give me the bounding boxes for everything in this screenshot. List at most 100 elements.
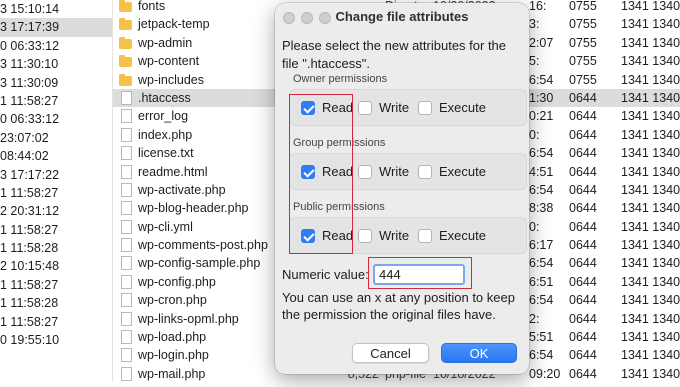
file-owner-cell: 1341 1340 (621, 201, 680, 216)
file-icon (121, 238, 132, 253)
checkbox-icon[interactable] (418, 101, 432, 115)
left-row[interactable]: 1 11:58:28 (0, 239, 112, 257)
left-row[interactable]: 1 11:58:27 (0, 313, 112, 331)
file-owner-cell: 1341 1340 (621, 17, 680, 32)
file-permissions-cell: 0755 (569, 72, 597, 87)
file-time-cell: 6:54 (529, 72, 554, 87)
file-name-cell: wp-content (138, 54, 200, 69)
file-permissions-cell: 0644 (569, 256, 597, 271)
modified-date-cell: 1 11:58:27 (0, 277, 59, 292)
file-icon (121, 127, 132, 142)
file-time-cell: 3: (529, 17, 540, 32)
dialog-title: Change file attributes (335, 9, 469, 24)
file-owner-cell: 1341 1340 (621, 146, 680, 161)
file-name-cell: fonts (138, 0, 166, 13)
left-row[interactable]: 3 11:30:09 (0, 74, 112, 92)
file-name-cell: readme.html (138, 164, 208, 179)
file-time-cell: 1:30 (529, 90, 554, 105)
modified-date-cell: 1 11:58:27 (0, 314, 59, 329)
checkbox-icon[interactable] (358, 101, 372, 115)
file-permissions-cell: 0644 (569, 238, 597, 253)
left-row[interactable]: 3 17:17:39 (0, 18, 112, 37)
file-owner-cell: 1341 1340 (621, 219, 680, 234)
file-icon (121, 164, 132, 179)
modified-date-cell: 2 10:15:48 (0, 259, 60, 274)
file-name-cell: jetpack-temp (138, 17, 210, 32)
dialog-prompt: Please select the new attributes for the… (282, 38, 507, 71)
left-row[interactable]: 0 19:55:10 (0, 331, 112, 349)
file-time-cell: 2: (529, 311, 540, 326)
modified-date-cell: 1 11:58:27 (0, 185, 59, 200)
file-time-cell: 6:54 (529, 256, 554, 271)
left-row[interactable]: 23:07:02 (0, 129, 112, 147)
file-time-cell: 6:51 (529, 274, 554, 289)
left-row[interactable]: 1 11:58:27 (0, 276, 112, 294)
left-row[interactable]: 2 20:31:12 (0, 202, 112, 220)
file-icon (121, 366, 132, 381)
file-icon (121, 182, 132, 197)
file-permissions-cell: 0644 (569, 182, 597, 197)
file-owner-cell: 1341 1340 (621, 164, 680, 179)
checkbox-icon[interactable] (418, 165, 432, 179)
group-execute-label: Execute (439, 164, 486, 179)
left-row[interactable]: 3 17:17:22 (0, 166, 112, 184)
file-permissions-cell: 0644 (569, 109, 597, 124)
cancel-button[interactable]: Cancel (352, 343, 429, 363)
numeric-value-label: Numeric value: (282, 267, 369, 282)
file-permissions-cell: 0644 (569, 146, 597, 161)
file-time-cell: 8:38 (529, 201, 554, 216)
file-time-cell: 4:51 (529, 164, 554, 179)
group-write-label: Write (379, 164, 410, 179)
file-time-cell: 5: (529, 54, 540, 69)
left-row[interactable]: 2 10:15:48 (0, 257, 112, 275)
file-name-cell: wp-config.php (138, 274, 216, 289)
file-icon (121, 109, 132, 124)
file-permissions-cell: 0644 (569, 311, 597, 326)
checkbox-icon[interactable] (358, 165, 372, 179)
file-name-cell: wp-mail.php (138, 366, 206, 381)
file-time-cell: 16: (529, 0, 547, 13)
file-icon (121, 146, 132, 161)
left-modified-column: 3 15:10:14 3 17:17:39 0 06:33:12 3 11:30:10… (0, 0, 113, 382)
file-owner-cell: 1341 1340 (621, 238, 680, 253)
file-name-cell: wp-cron.php (138, 293, 207, 308)
file-owner-cell: 1341 1340 (621, 274, 680, 289)
file-name-cell: license.txt (138, 146, 194, 161)
left-row[interactable]: 0 06:33:12 (0, 110, 112, 128)
file-icon (121, 201, 132, 216)
modified-date-cell: 0 19:55:10 (0, 333, 60, 348)
checkbox-icon[interactable] (358, 229, 372, 243)
left-row[interactable]: 1 11:58:27 (0, 92, 112, 110)
file-time-cell: 0:21 (529, 109, 554, 124)
owner-write-label: Write (379, 100, 410, 115)
file-permissions-cell: 0644 (569, 366, 597, 381)
file-owner-cell: 1341 1340 (621, 182, 680, 197)
left-row[interactable]: 1 11:58:27 (0, 221, 112, 239)
left-row[interactable]: 0 06:33:12 (0, 37, 112, 55)
left-row[interactable]: 1 11:58:27 (0, 184, 112, 202)
left-row[interactable]: 1 11:58:28 (0, 294, 112, 312)
file-owner-cell: 1341 1340 (621, 0, 680, 13)
file-permissions-cell: 0644 (569, 219, 597, 234)
file-permissions-cell: 0755 (569, 54, 597, 69)
file-icon (121, 219, 132, 234)
left-row[interactable]: 3 15:10:14 (0, 0, 112, 18)
checkbox-icon[interactable] (418, 229, 432, 243)
file-name-cell: wp-cli.yml (138, 219, 193, 234)
file-owner-cell: 1341 1340 (621, 330, 680, 345)
file-icon (121, 311, 132, 326)
ok-button[interactable]: OK (441, 343, 517, 363)
file-name-cell: wp-links-opml.php (138, 311, 239, 326)
left-row[interactable]: 08:44:02 (0, 147, 112, 165)
file-permissions-cell: 0644 (569, 293, 597, 308)
left-row[interactable]: 3 11:30:10 (0, 55, 112, 73)
file-permissions-cell: 0755 (569, 17, 597, 32)
file-owner-cell: 1341 1340 (621, 366, 680, 381)
modified-date-cell: 0 06:33:12 (0, 112, 60, 127)
folder-icon (119, 0, 132, 12)
file-owner-cell: 1341 1340 (621, 72, 680, 87)
file-name-cell: wp-blog-header.php (138, 201, 249, 216)
file-permissions-cell: 0644 (569, 274, 597, 289)
file-owner-cell: 1341 1340 (621, 256, 680, 271)
file-permissions-cell: 0644 (569, 164, 597, 179)
